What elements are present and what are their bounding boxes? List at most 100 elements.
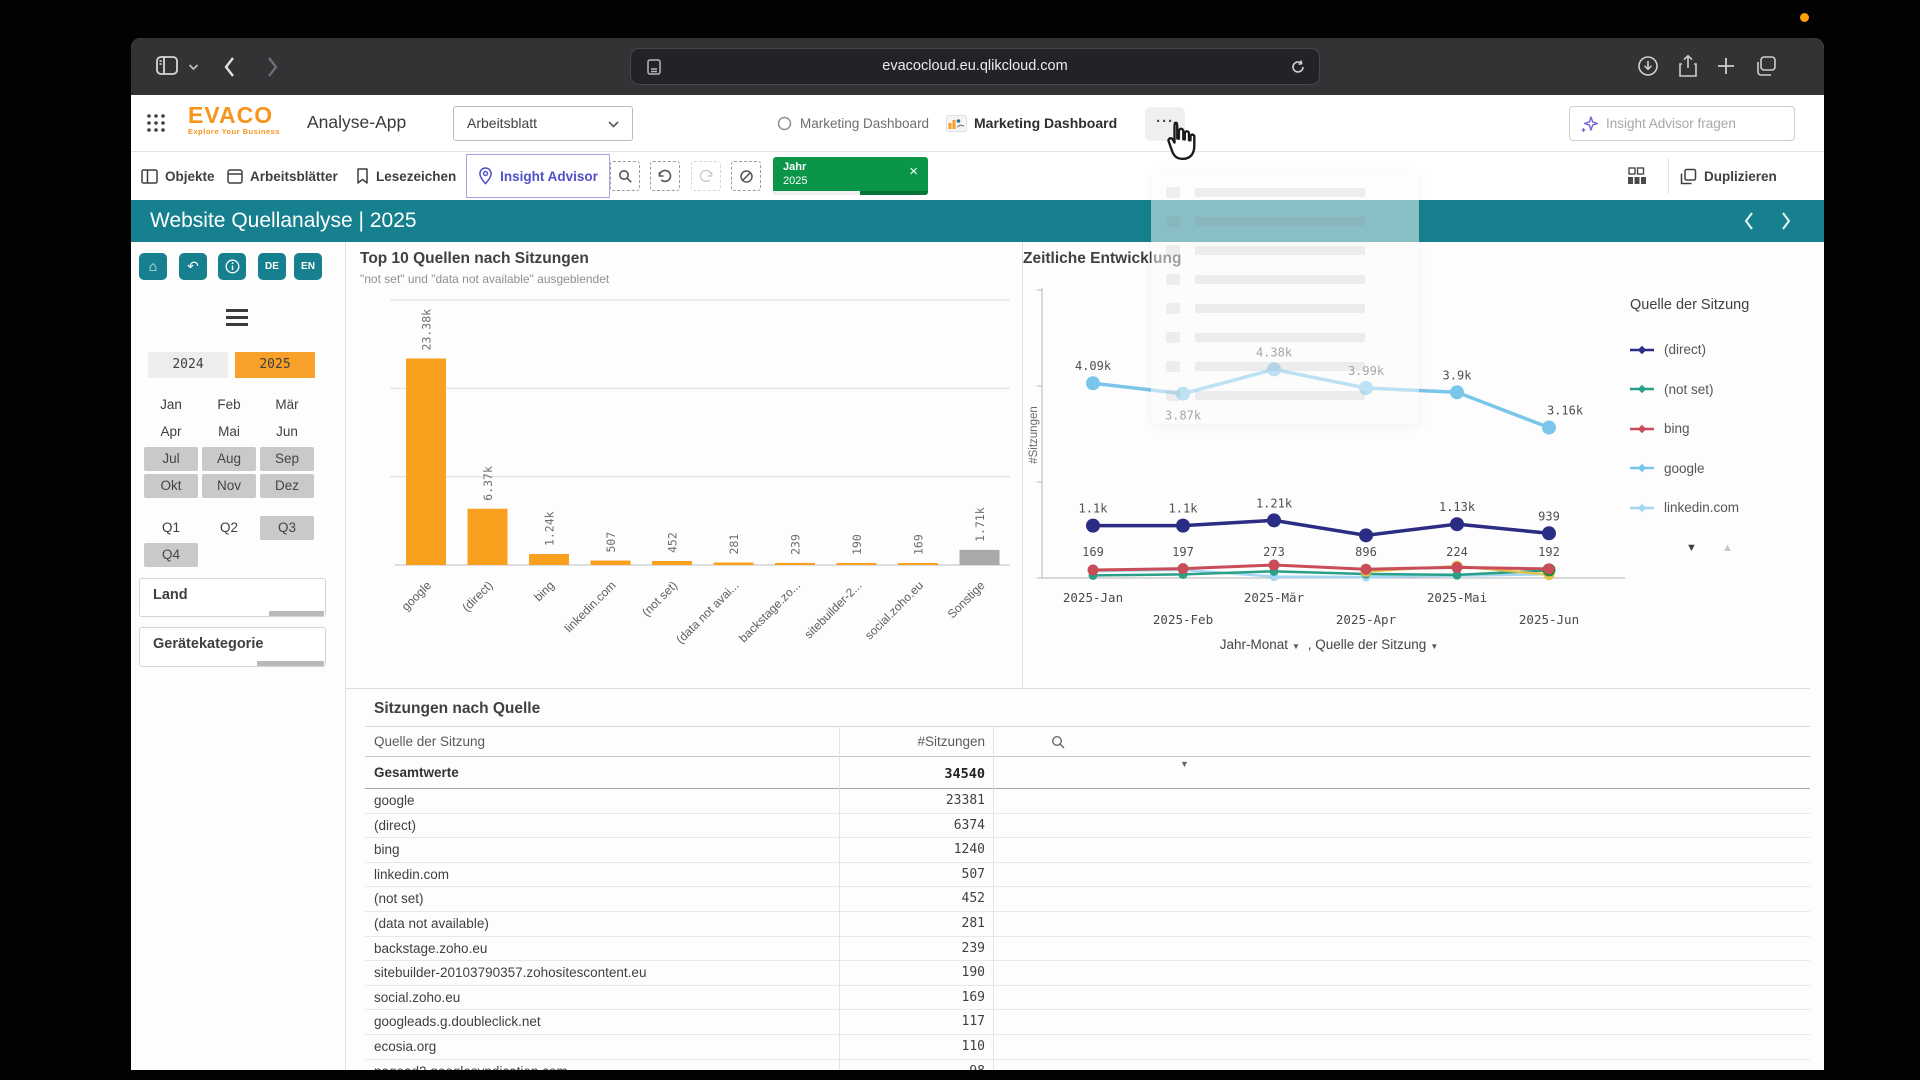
quarter-filter-q4[interactable]: Q4 [142, 541, 200, 568]
language-en-button[interactable]: EN [294, 253, 322, 280]
bar-linkedin.com[interactable] [590, 560, 631, 565]
tab-marketing-dashboard-hub[interactable]: Marketing Dashboard [800, 95, 929, 152]
bookmarks-button[interactable]: Lesezeichen [356, 152, 456, 200]
table-row[interactable]: linkedin.com 507 [365, 863, 1810, 888]
bar-bing[interactable] [529, 554, 569, 565]
bar-social.zoho.eu[interactable] [898, 563, 938, 565]
month-filter-mai[interactable]: Mai [200, 418, 258, 445]
objects-button[interactable]: Objekte [141, 152, 215, 200]
table-row[interactable]: pagead2.googlesyndication.com98 [365, 1060, 1810, 1070]
insight-advisor-search[interactable]: Insight Advisor fragen [1569, 106, 1795, 141]
quarter-filter-q2[interactable]: Q2 [200, 514, 258, 541]
bar-google[interactable] [406, 358, 446, 565]
language-de-button[interactable]: DE [258, 253, 286, 280]
month-filter-dez[interactable]: Dez [258, 472, 316, 499]
month-filter-sep[interactable]: Sep [258, 445, 316, 472]
point-(direct)-2025-Apr[interactable] [1359, 528, 1373, 543]
column-search-icon[interactable] [1051, 735, 1066, 750]
step-back-button[interactable] [650, 161, 680, 191]
layout-grid-icon[interactable] [1627, 167, 1647, 185]
point-(direct)-2025-Jan[interactable] [1086, 518, 1100, 533]
point-bing-2025-Mär[interactable] [1268, 559, 1280, 571]
duplicate-button[interactable]: Duplizieren [1680, 152, 1777, 200]
next-sheet-button[interactable] [1780, 211, 1792, 231]
sheets-button[interactable]: Arbeitsblätter [227, 152, 338, 200]
month-filter-okt[interactable]: Okt [142, 472, 200, 499]
month-filter-jul[interactable]: Jul [142, 445, 200, 472]
table-column-sitzungen[interactable]: #Sitzungen [365, 727, 985, 757]
sidebar-toggle-icon[interactable] [155, 54, 181, 78]
legend-page-down-icon[interactable]: ▼ [1686, 542, 1697, 554]
month-filter-apr[interactable]: Apr [142, 418, 200, 445]
table-row[interactable]: ecosia.org 110 [365, 1035, 1810, 1060]
table-row[interactable]: (not set) 452 [365, 887, 1810, 912]
listbox-geraetekategorie[interactable]: Gerätekategorie [139, 627, 326, 667]
month-filter-jan[interactable]: Jan [142, 391, 200, 418]
legend-item-linkedin.com[interactable]: linkedin.com [1630, 500, 1739, 515]
address-bar[interactable]: evacocloud.eu.qlikcloud.com [630, 48, 1320, 85]
step-forward-button[interactable] [691, 161, 721, 191]
bar-chart[interactable]: 23.38k google 6.37k (direct) 1.24k bing 507 lin… [360, 250, 1020, 690]
bar-sitebuilder-2...[interactable] [836, 563, 877, 565]
dimension-selector[interactable]: Jahr-Monat ▼ , Quelle der Sitzung ▼ [1091, 637, 1571, 652]
selection-chip-close-icon[interactable]: × [909, 163, 918, 180]
point-bing-2025-Mai[interactable] [1451, 561, 1463, 573]
point-google-2025-Mai[interactable] [1450, 385, 1464, 400]
point-bing-2025-Feb[interactable] [1177, 563, 1189, 575]
table-row[interactable]: (data not available) 281 [365, 912, 1810, 937]
point-(direct)-2025-Mär[interactable] [1267, 513, 1281, 528]
month-filter-aug[interactable]: Aug [200, 445, 258, 472]
undo-button[interactable]: ↶ [179, 253, 207, 280]
table-row[interactable]: googleads.g.doubleclick.net 117 [365, 1010, 1810, 1035]
bar-(direct)[interactable] [467, 508, 508, 565]
legend-item-(direct)[interactable]: (direct) [1630, 342, 1706, 357]
table-row[interactable]: backstage.zoho.eu 239 [365, 937, 1810, 962]
tab-marketing-dashboard-active[interactable]: Marketing Dashboard [974, 95, 1117, 152]
smart-search-button[interactable] [610, 161, 640, 191]
previous-sheet-button[interactable] [1743, 211, 1755, 231]
legend-item-google[interactable]: google [1630, 461, 1705, 476]
legend-page-up-icon[interactable]: ▲ [1722, 542, 1733, 554]
reload-icon[interactable] [1290, 59, 1306, 75]
month-filter-nov[interactable]: Nov [200, 472, 258, 499]
point-bing-2025-Jun[interactable] [1543, 563, 1555, 575]
clear-selections-button[interactable] [731, 161, 761, 191]
dimension-selector-primary[interactable]: Jahr-Monat [1220, 637, 1288, 652]
table-row[interactable]: (direct) 6374 [365, 814, 1810, 839]
tab-overview-icon[interactable] [1754, 55, 1778, 77]
new-tab-icon[interactable] [1715, 55, 1737, 77]
back-button[interactable] [223, 55, 237, 79]
info-button[interactable] [218, 253, 246, 280]
point-google-2025-Jun[interactable] [1542, 420, 1556, 435]
point-(direct)-2025-Jun[interactable] [1542, 526, 1556, 541]
point-(direct)-2025-Mai[interactable] [1450, 517, 1464, 532]
quarter-filter-q1[interactable]: Q1 [142, 514, 200, 541]
year-button-2025[interactable]: 2025 [235, 352, 315, 378]
sort-descending-icon[interactable]: ▼ [1180, 759, 1189, 769]
table-row[interactable]: social.zoho.eu 169 [365, 986, 1810, 1011]
bar-Sonstige[interactable] [959, 549, 1000, 565]
listbox-land[interactable]: Land [139, 578, 326, 617]
bar-(not set)[interactable] [652, 561, 692, 565]
month-filter-mär[interactable]: Mär [258, 391, 316, 418]
legend-item-(not set)[interactable]: (not set) [1630, 382, 1714, 397]
month-filter-jun[interactable]: Jun [258, 418, 316, 445]
table-row[interactable]: sitebuilder-20103790357.zohositescontent… [365, 961, 1810, 986]
sheet-selector-dropdown[interactable]: Arbeitsblatt [453, 106, 633, 141]
table-row[interactable]: google 23381 [365, 789, 1810, 814]
share-icon[interactable] [1677, 54, 1699, 78]
table-row[interactable]: bing 1240 [365, 838, 1810, 863]
quarter-filter-q3[interactable]: Q3 [258, 514, 316, 541]
forward-button[interactable] [265, 55, 279, 79]
point-google-2025-Jan[interactable] [1086, 376, 1100, 391]
legend-item-bing[interactable]: bing [1630, 421, 1690, 436]
listbox-geraetekategorie-scrollbar[interactable] [140, 661, 325, 666]
downloads-icon[interactable] [1637, 55, 1659, 77]
point-(direct)-2025-Feb[interactable] [1176, 518, 1190, 533]
point-bing-2025-Jan[interactable] [1087, 564, 1099, 576]
home-button[interactable]: ⌂ [139, 253, 167, 280]
year-button-2024[interactable]: 2024 [148, 352, 228, 378]
listbox-land-scrollbar[interactable] [140, 611, 325, 616]
month-filter-feb[interactable]: Feb [200, 391, 258, 418]
bar-backstage.zo...[interactable] [775, 562, 815, 565]
